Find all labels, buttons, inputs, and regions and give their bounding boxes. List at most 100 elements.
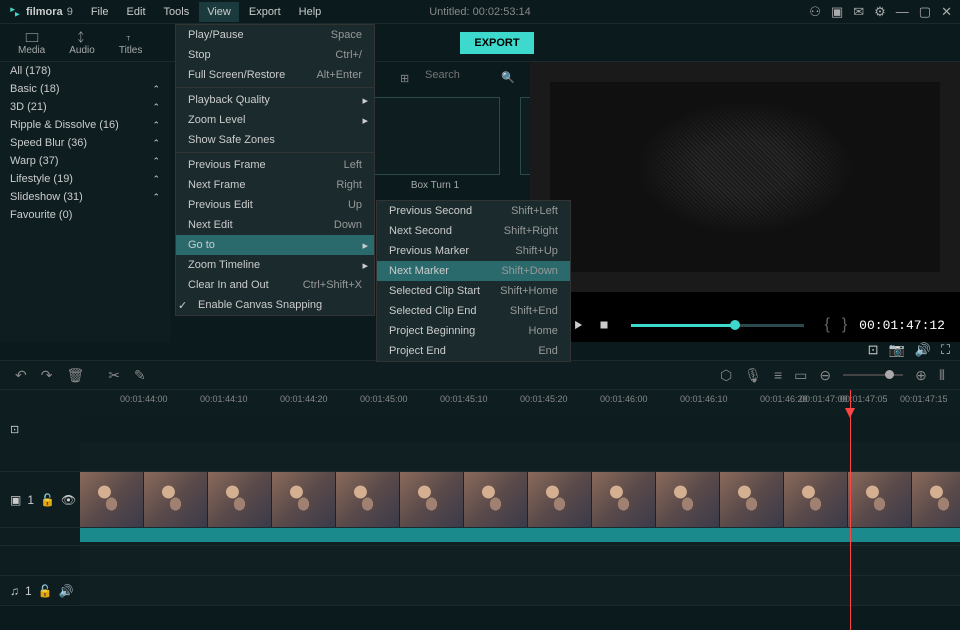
track-spacer: [0, 442, 960, 472]
audio-track-body[interactable]: [80, 576, 960, 605]
timeline-ruler[interactable]: 00:01:44:00 00:01:44:10 00:01:44:20 00:0…: [0, 390, 960, 416]
menu-prev-edit[interactable]: Previous EditUp: [176, 195, 374, 215]
search-box: 🔍: [425, 69, 515, 81]
menu-help[interactable]: Help: [291, 2, 330, 22]
menu-fullscreen[interactable]: Full Screen/RestoreAlt+Enter: [176, 65, 374, 85]
menu-prev-frame[interactable]: Previous FrameLeft: [176, 155, 374, 175]
settings-icon[interactable]: ⚙: [874, 4, 886, 20]
sidebar-item-speedblur[interactable]: Speed Blur (36)⌃: [0, 134, 170, 152]
tab-media[interactable]: Media: [8, 28, 55, 58]
menu-play-pause[interactable]: Play/PauseSpace: [176, 25, 374, 45]
undo-icon[interactable]: ↶: [15, 367, 27, 384]
menu-clip-start[interactable]: Selected Clip StartShift+Home: [377, 281, 570, 301]
fullscreen-icon[interactable]: ⛶: [941, 342, 950, 358]
close-icon[interactable]: ✕: [941, 4, 952, 20]
user-icon[interactable]: ⚇: [809, 4, 821, 20]
search-icon[interactable]: 🔍: [501, 71, 515, 84]
sidebar-item-all[interactable]: All (178): [0, 62, 170, 80]
sidebar-item-lifestyle[interactable]: Lifestyle (19)⌃: [0, 170, 170, 188]
visibility-icon[interactable]: 👁: [61, 493, 76, 507]
menu-playback-quality[interactable]: Playback Quality▸: [176, 90, 374, 110]
submenu-arrow-icon: ▸: [362, 114, 368, 127]
preview-viewport[interactable]: [530, 62, 960, 292]
titlebar: filmora9 File Edit Tools View Export Hel…: [0, 0, 960, 24]
zoom-out-icon[interactable]: ⊖: [819, 367, 831, 384]
maximize-icon[interactable]: ▢: [919, 4, 931, 20]
menu-canvas-snapping[interactable]: ✓Enable Canvas Snapping: [176, 295, 374, 315]
bracket-open-icon[interactable]: {: [824, 316, 829, 334]
volume-icon[interactable]: 🔊: [915, 342, 931, 358]
menu-edit[interactable]: Edit: [119, 2, 154, 22]
minimize-icon[interactable]: —: [896, 4, 909, 19]
zoom-slider[interactable]: [843, 374, 903, 376]
menu-next-marker[interactable]: Next MarkerShift+Down: [377, 261, 570, 281]
menu-next-frame[interactable]: Next FrameRight: [176, 175, 374, 195]
playhead[interactable]: [850, 390, 851, 630]
menu-export[interactable]: Export: [241, 2, 289, 22]
menu-safe-zones[interactable]: Show Safe Zones: [176, 130, 374, 150]
menu-project-end[interactable]: Project EndEnd: [377, 341, 570, 361]
menu-prev-second[interactable]: Previous SecondShift+Left: [377, 201, 570, 221]
sidebar-item-3d[interactable]: 3D (21)⌃: [0, 98, 170, 116]
svg-text:T: T: [126, 35, 130, 42]
tab-audio[interactable]: Audio: [59, 28, 105, 58]
sidebar-item-favourite[interactable]: Favourite (0): [0, 206, 170, 224]
delete-icon[interactable]: 🗑: [66, 367, 84, 384]
menu-stop[interactable]: StopCtrl+/: [176, 45, 374, 65]
chevron-icon: ⌃: [152, 174, 160, 185]
bracket-close-icon[interactable]: }: [842, 316, 847, 334]
audio-track-icon: ♫: [10, 584, 19, 598]
menu-clear-inout: Clear In and OutCtrl+Shift+X: [176, 275, 374, 295]
menu-view[interactable]: View: [199, 2, 239, 22]
export-button[interactable]: EXPORT: [460, 32, 533, 54]
menu-prev-marker[interactable]: Previous MarkerShift+Up: [377, 241, 570, 261]
redo-icon[interactable]: ↷: [41, 367, 53, 384]
sidebar-item-basic[interactable]: Basic (18)⌃: [0, 80, 170, 98]
lock-icon[interactable]: 🔓: [38, 584, 53, 598]
menu-zoom-level[interactable]: Zoom Level▸: [176, 110, 374, 130]
marker-icon[interactable]: ⬡: [720, 367, 732, 384]
sidebar-item-ripple[interactable]: Ripple & Dissolve (16)⌃: [0, 116, 170, 134]
list-icon[interactable]: ⦀: [939, 367, 945, 384]
chevron-icon: ⌃: [152, 102, 160, 113]
submenu-arrow-icon: ▸: [362, 94, 368, 107]
manage-tracks-icon[interactable]: ⊡: [10, 423, 19, 436]
save-icon[interactable]: ▣: [831, 4, 843, 20]
display-icon[interactable]: ⊡: [868, 342, 879, 358]
edit-icon[interactable]: ✎: [134, 367, 146, 384]
document-title: Untitled: 00:02:53:14: [429, 6, 531, 18]
menu-clip-end[interactable]: Selected Clip EndShift+End: [377, 301, 570, 321]
render-icon[interactable]: ▭: [794, 367, 807, 384]
menu-project-begin[interactable]: Project BeginningHome: [377, 321, 570, 341]
grid-view-icon[interactable]: ⊞: [400, 72, 414, 86]
menu-tools[interactable]: Tools: [156, 2, 198, 22]
submenu-arrow-icon: ▸: [362, 259, 368, 272]
stop-icon[interactable]: [597, 318, 611, 332]
tab-titles[interactable]: TTitles: [109, 28, 153, 58]
menu-file[interactable]: File: [83, 2, 117, 22]
effect-item[interactable]: Box Turn 1: [370, 97, 500, 191]
mail-icon[interactable]: ✉: [853, 4, 864, 20]
menu-next-second[interactable]: Next SecondShift+Right: [377, 221, 570, 241]
video-track-body[interactable]: [80, 472, 960, 527]
goto-submenu: Previous SecondShift+Left Next SecondShi…: [376, 200, 571, 362]
cut-icon[interactable]: ✂: [108, 367, 120, 384]
snapshot-icon[interactable]: 📷: [889, 342, 905, 358]
sidebar-item-slideshow[interactable]: Slideshow (31)⌃: [0, 188, 170, 206]
chevron-icon: ⌃: [152, 120, 160, 131]
mic-icon[interactable]: 🎙: [744, 367, 762, 384]
zoom-in-icon[interactable]: ⊕: [915, 367, 927, 384]
mute-icon[interactable]: 🔊: [59, 584, 74, 598]
audio-clip[interactable]: [80, 528, 960, 542]
search-input[interactable]: [425, 69, 495, 81]
menu-go-to[interactable]: Go to▸: [176, 235, 374, 255]
menu-zoom-timeline[interactable]: Zoom Timeline▸: [176, 255, 374, 275]
chevron-icon: ⌃: [152, 156, 160, 167]
mixer-icon[interactable]: ≡: [774, 367, 782, 383]
view-menu-dropdown: Play/PauseSpace StopCtrl+/ Full Screen/R…: [175, 24, 375, 316]
menu-next-edit[interactable]: Next EditDown: [176, 215, 374, 235]
preview-progress[interactable]: [631, 324, 804, 327]
lock-icon[interactable]: 🔓: [40, 493, 55, 507]
play-icon[interactable]: [571, 318, 585, 332]
sidebar-item-warp[interactable]: Warp (37)⌃: [0, 152, 170, 170]
